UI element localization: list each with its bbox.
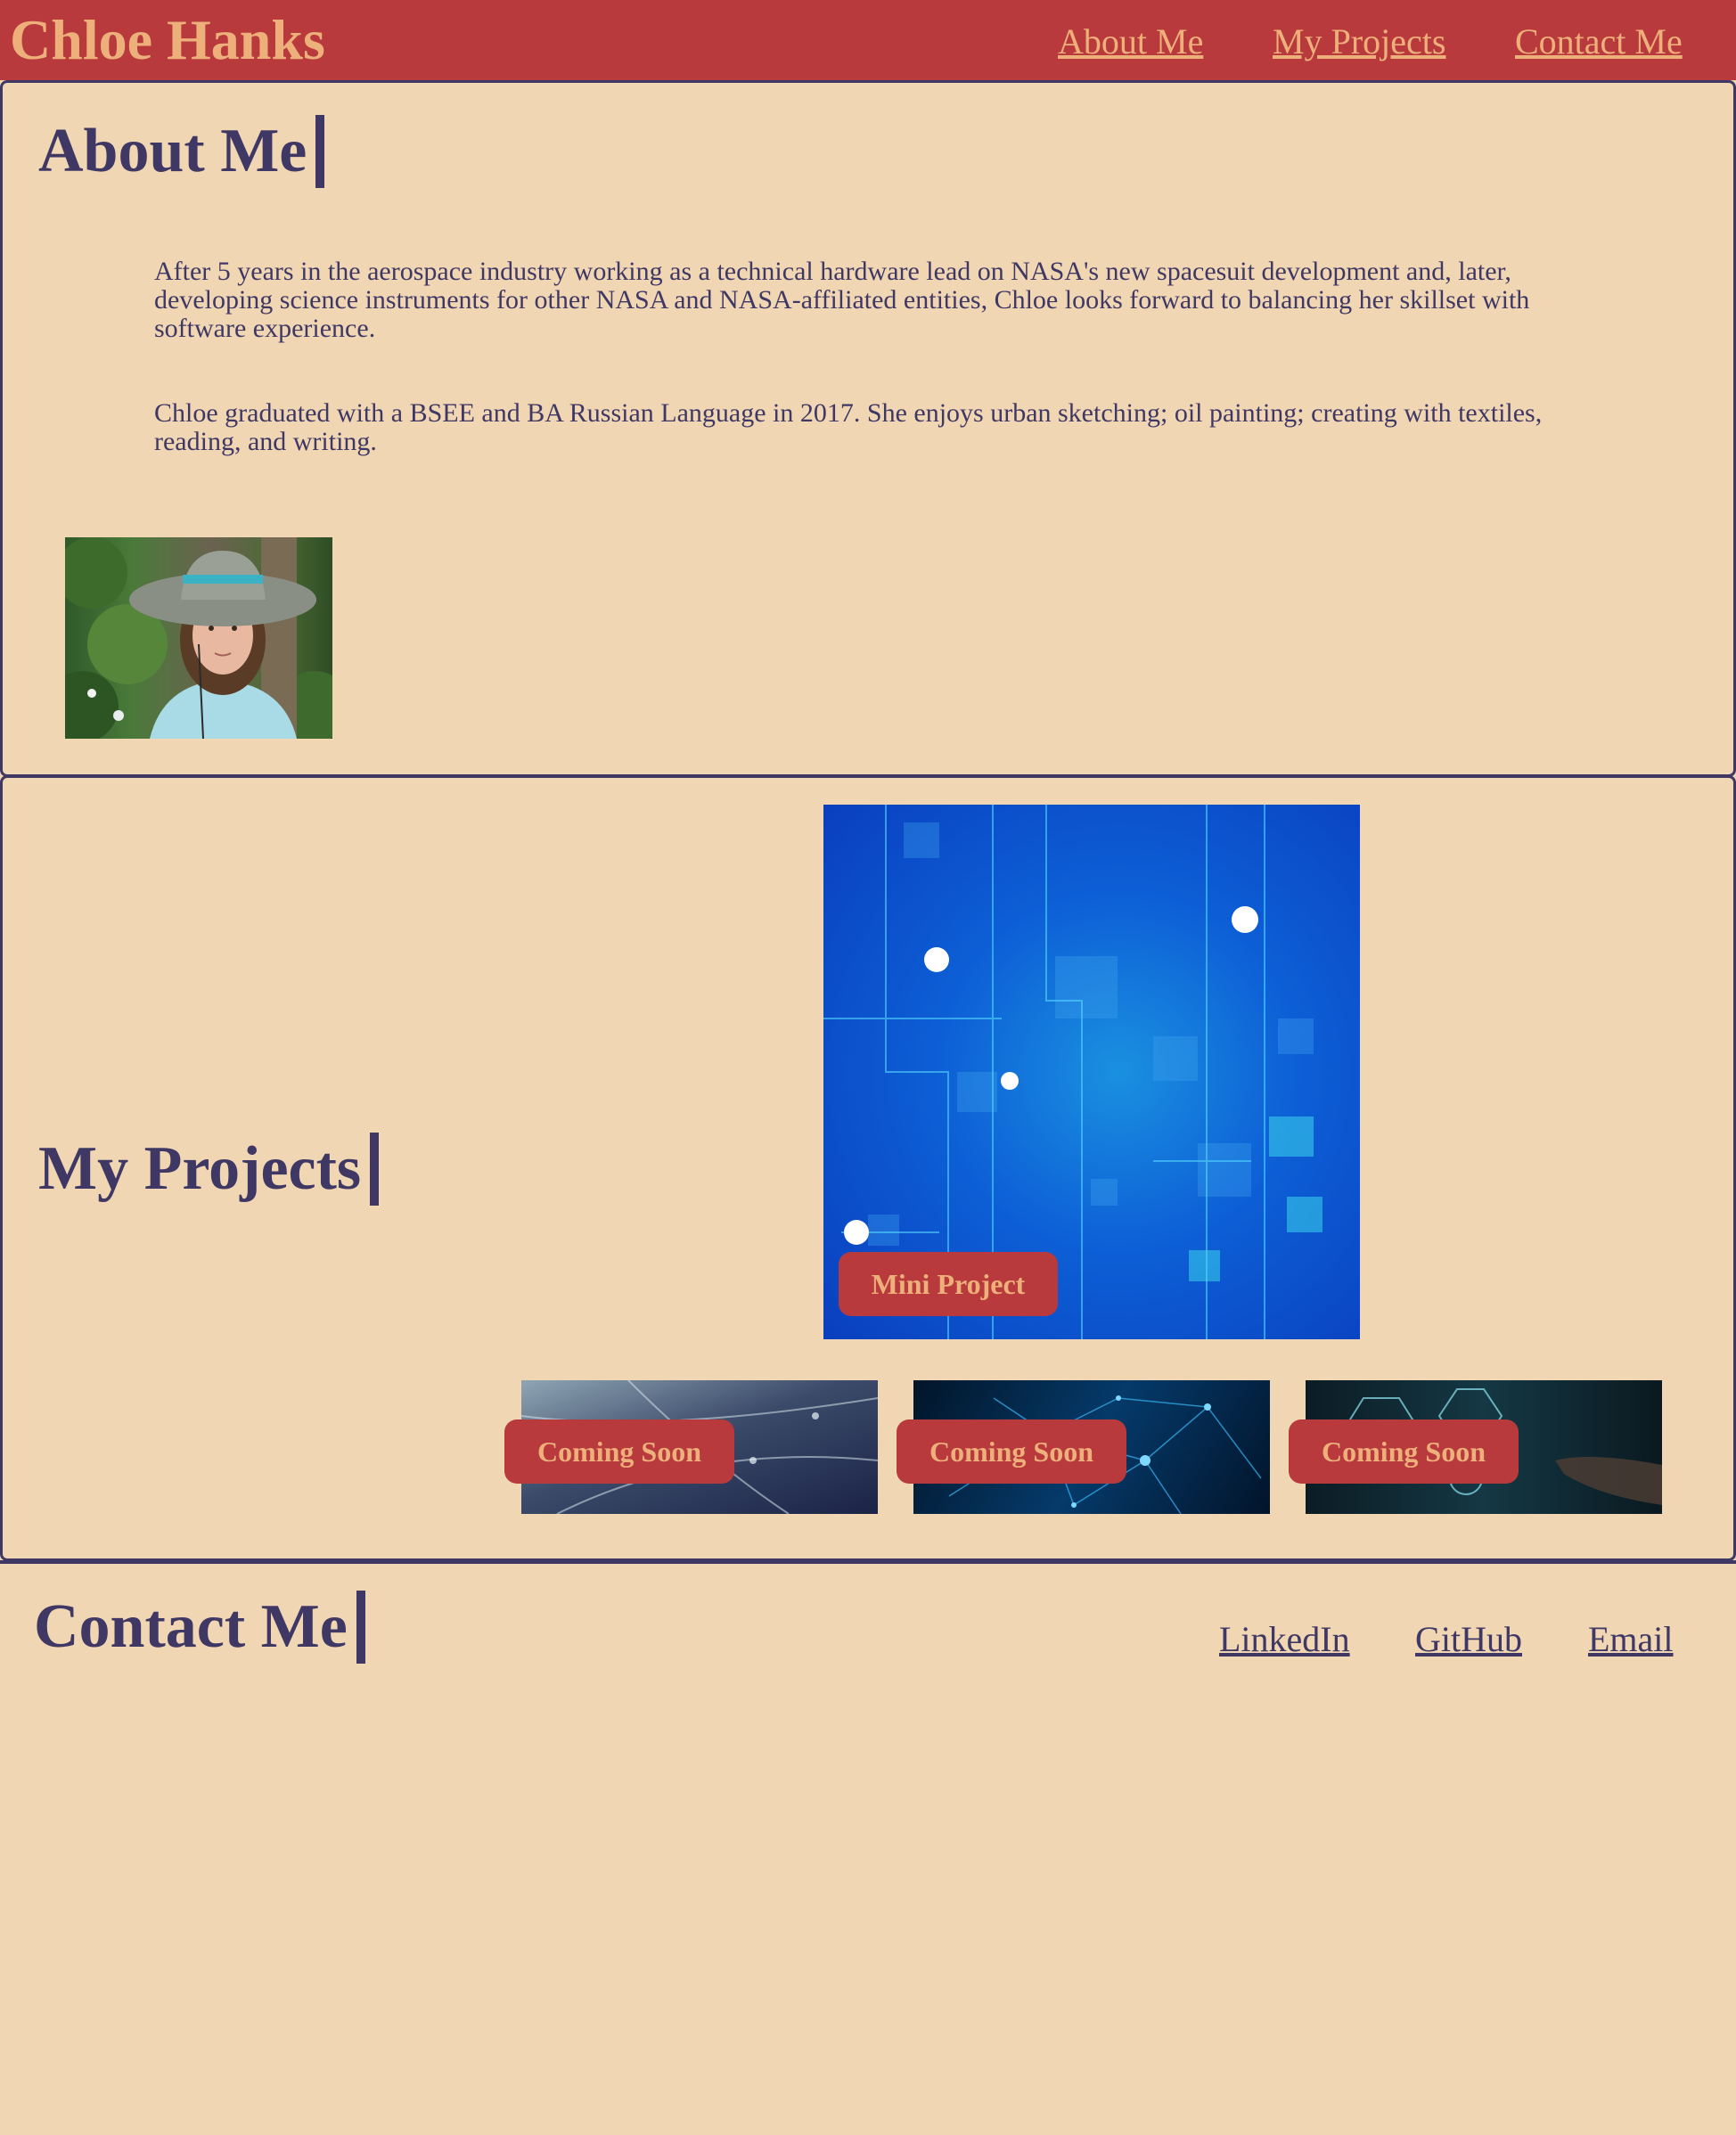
coming-soon-button[interactable]: Coming Soon <box>897 1419 1126 1484</box>
nav-link-contact[interactable]: Contact Me <box>1515 21 1683 62</box>
github-link[interactable]: GitHub <box>1415 1619 1522 1660</box>
bio-paragraph: After 5 years in the aerospace industry … <box>154 257 1530 343</box>
mini-project-button[interactable]: Mini Project <box>839 1252 1058 1316</box>
heading-caret <box>356 1591 365 1664</box>
heading-caret <box>315 115 325 188</box>
projects-heading: My Projects <box>38 1133 380 1206</box>
projects-section: My Projects Mini Project Coming Soon Com… <box>0 775 1736 1561</box>
profile-photo <box>65 537 332 739</box>
linkedin-link[interactable]: LinkedIn <box>1219 1619 1350 1660</box>
contact-heading: Contact Me <box>34 1591 365 1664</box>
about-heading-text: About Me <box>38 117 307 185</box>
nav-link-about[interactable]: About Me <box>1058 21 1203 62</box>
site-header: Chloe Hanks About Me My Projects Contact… <box>0 0 1736 80</box>
nav-link-projects[interactable]: My Projects <box>1273 21 1445 62</box>
projects-heading-text: My Projects <box>38 1134 362 1203</box>
about-section: About Me After 5 years in the aerospace … <box>0 80 1736 777</box>
coming-soon-button[interactable]: Coming Soon <box>504 1419 734 1484</box>
heading-caret <box>370 1133 380 1206</box>
contact-heading-text: Contact Me <box>34 1592 348 1661</box>
bio-paragraph: Chloe graduated with a BSEE and BA Russi… <box>154 398 1543 456</box>
email-link[interactable]: Email <box>1588 1619 1674 1660</box>
about-heading: About Me <box>38 115 325 188</box>
coming-soon-button[interactable]: Coming Soon <box>1289 1419 1519 1484</box>
contact-divider <box>0 1560 1736 1564</box>
site-brand: Chloe Hanks <box>10 8 325 71</box>
